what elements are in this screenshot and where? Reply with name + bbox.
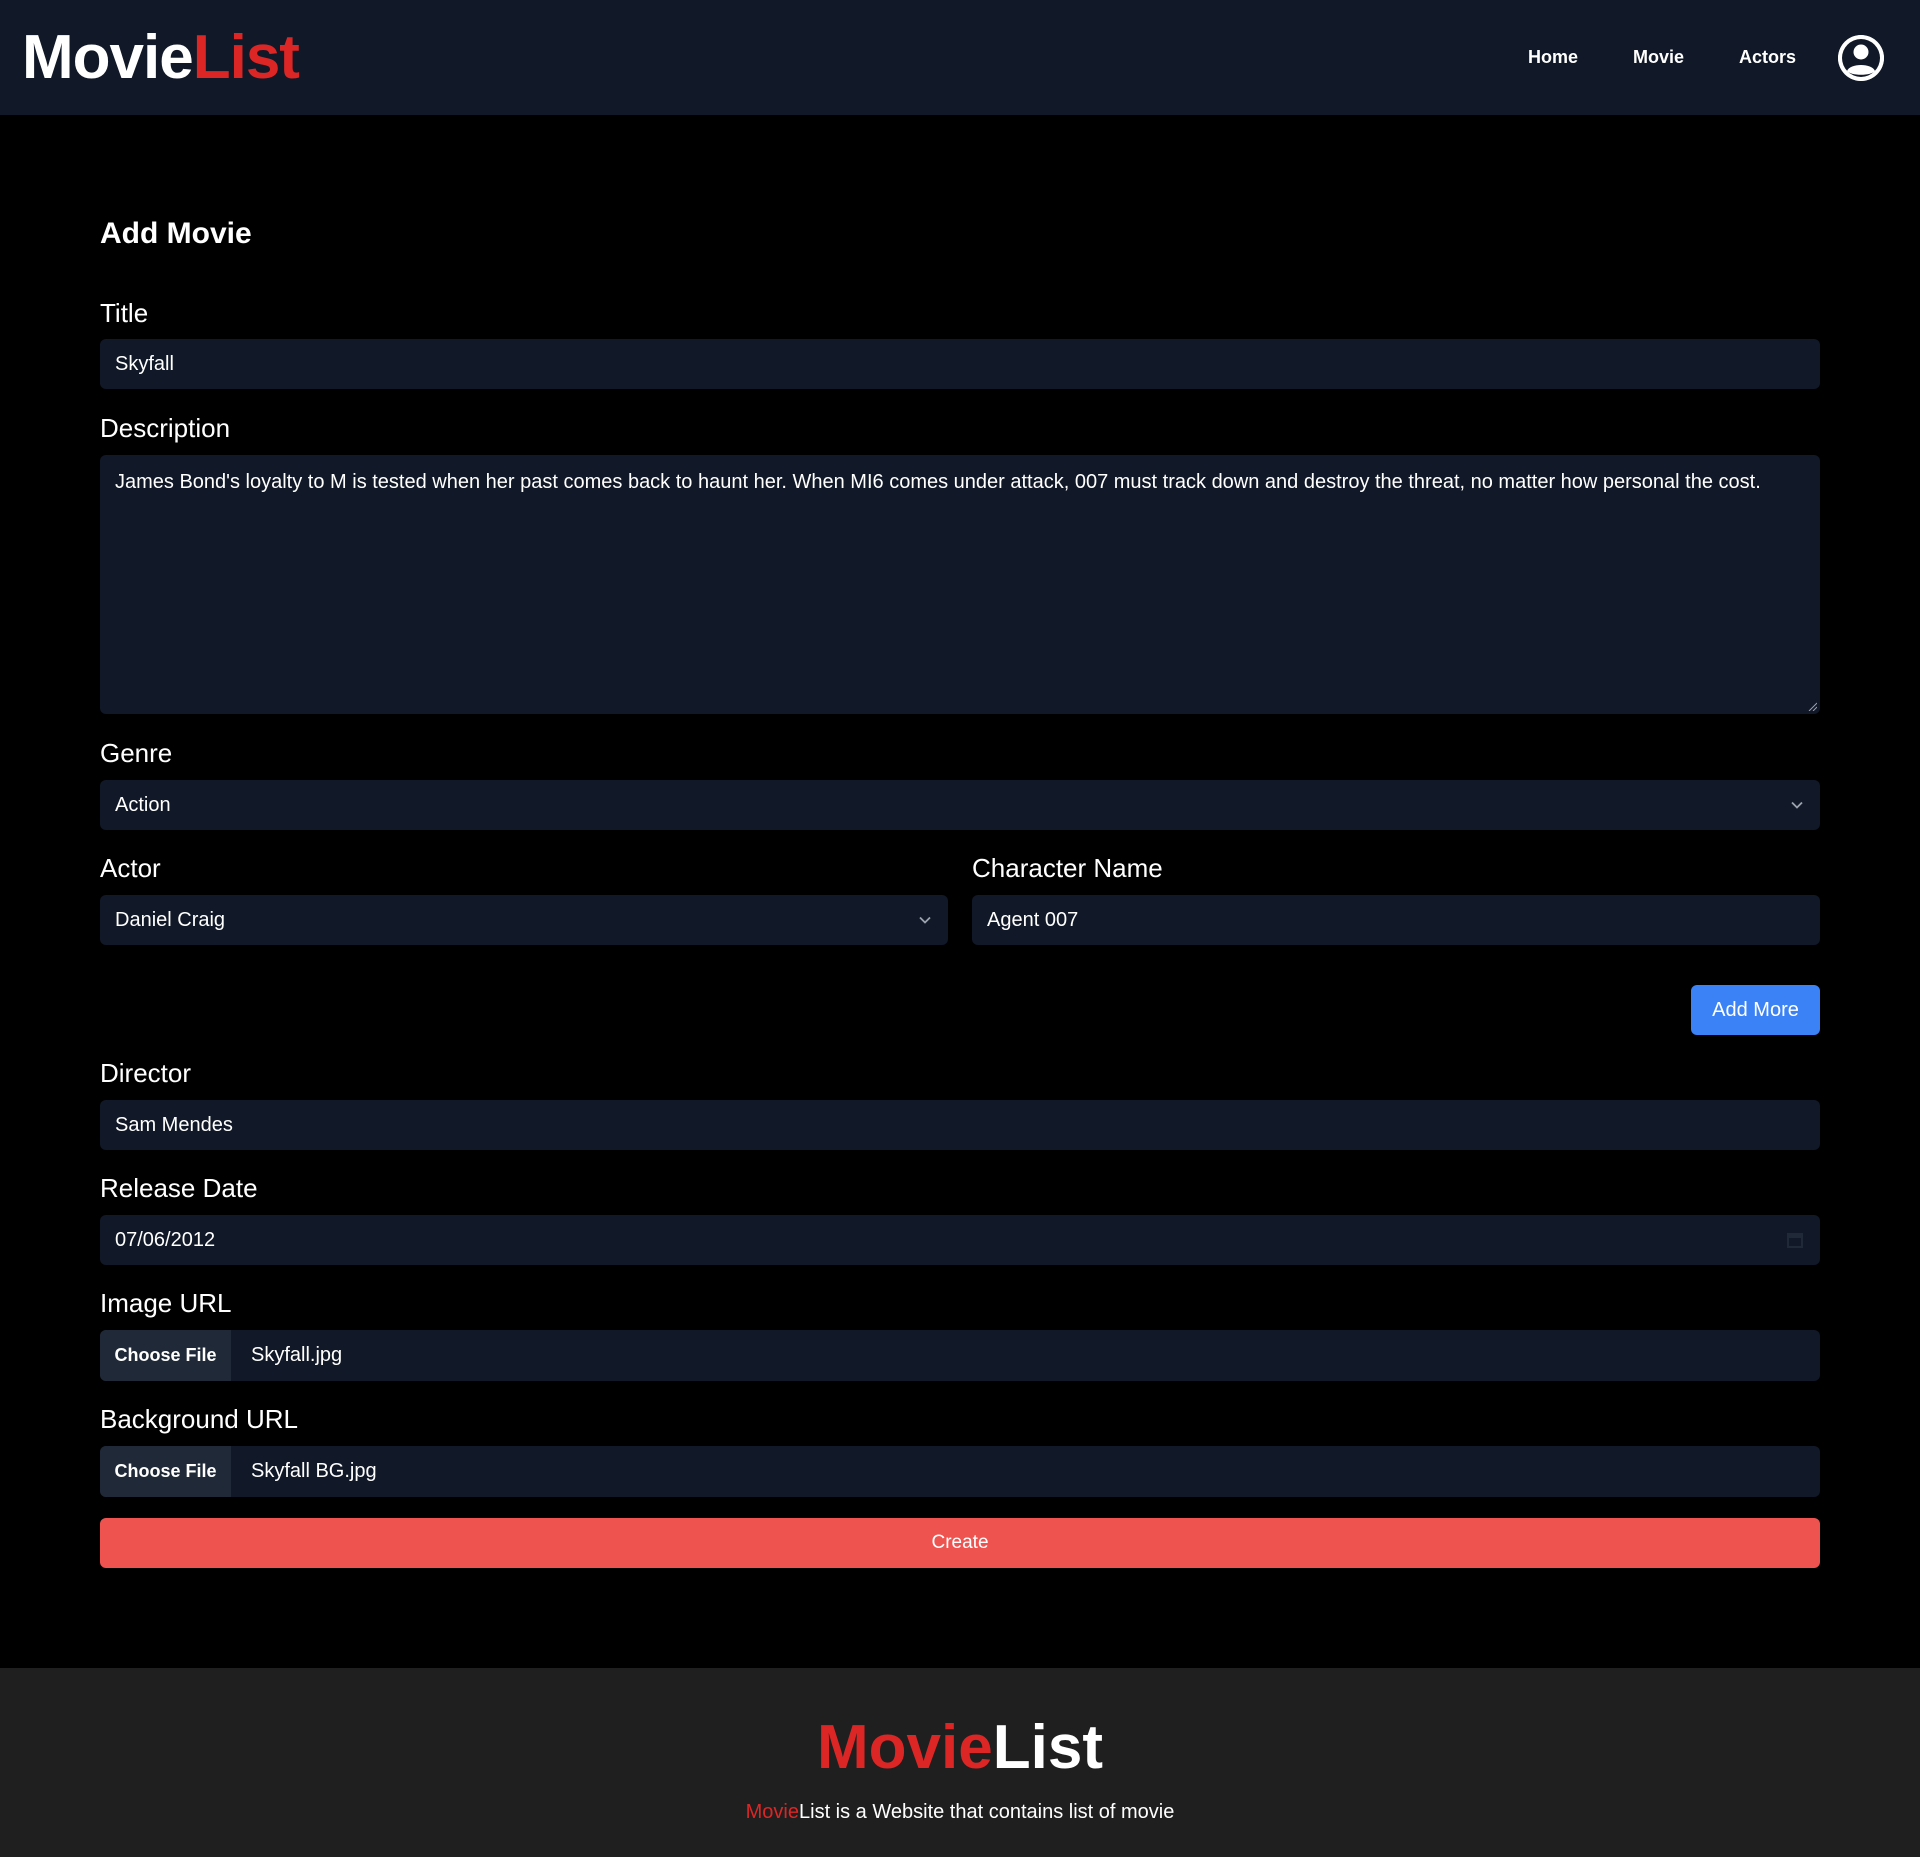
background-url-file-input[interactable]: Choose File Skyfall BG.jpg bbox=[100, 1446, 1820, 1497]
image-url-choose-file-button[interactable]: Choose File bbox=[100, 1330, 231, 1381]
add-more-button[interactable]: Add More bbox=[1691, 985, 1820, 1035]
brand-logo-part1: Movie bbox=[22, 22, 194, 92]
description-textarea-value: James Bond's loyalty to M is tested when… bbox=[115, 471, 1761, 493]
footer-tagline-part1: Movie bbox=[745, 1801, 799, 1823]
director-label: Director bbox=[100, 1058, 192, 1088]
footer-tagline: MovieList is a Website that contains lis… bbox=[0, 1801, 1920, 1824]
brand-logo[interactable]: MovieList bbox=[22, 26, 300, 89]
background-url-choose-file-button[interactable]: Choose File bbox=[100, 1446, 231, 1497]
footer: MovieList MovieList is a Website that co… bbox=[0, 1668, 1920, 1857]
image-url-file-name: Skyfall.jpg bbox=[251, 1344, 343, 1366]
chevron-down-icon bbox=[919, 916, 931, 924]
actor-select-value: Daniel Craig bbox=[115, 908, 226, 931]
background-url-label: Background URL bbox=[100, 1404, 298, 1434]
footer-tagline-part2: List is a Website that contains list of … bbox=[799, 1801, 1175, 1823]
chevron-down-icon bbox=[1791, 801, 1803, 809]
description-textarea[interactable]: James Bond's loyalty to M is tested when… bbox=[100, 455, 1820, 714]
brand-logo-part2: List bbox=[192, 22, 300, 92]
character-name-input-value: Agent 007 bbox=[987, 908, 1079, 931]
release-date-input[interactable]: 07/06/2012 bbox=[100, 1215, 1820, 1265]
genre-select-value: Action bbox=[115, 793, 171, 816]
title-input-value: Skyfall bbox=[115, 352, 174, 375]
nav-link-home[interactable]: Home bbox=[1528, 47, 1578, 68]
image-url-label: Image URL bbox=[100, 1288, 232, 1318]
page-title: Add Movie bbox=[100, 217, 252, 250]
calendar-icon[interactable] bbox=[1786, 1231, 1804, 1249]
release-date-label: Release Date bbox=[100, 1173, 258, 1203]
director-input-value: Sam Mendes bbox=[115, 1113, 233, 1136]
director-input[interactable]: Sam Mendes bbox=[100, 1100, 1820, 1150]
user-circle-icon[interactable] bbox=[1838, 34, 1884, 81]
footer-brand-part2: List bbox=[992, 1713, 1103, 1782]
image-url-file-input[interactable]: Choose File Skyfall.jpg bbox=[100, 1330, 1820, 1381]
character-name-input[interactable]: Agent 007 bbox=[972, 895, 1820, 945]
create-button[interactable]: Create bbox=[100, 1518, 1820, 1568]
background-url-file-name: Skyfall BG.jpg bbox=[251, 1460, 377, 1482]
genre-label: Genre bbox=[100, 738, 173, 768]
character-name-label: Character Name bbox=[972, 853, 1163, 883]
nav-link-actors[interactable]: Actors bbox=[1739, 47, 1796, 68]
navbar: MovieList Home Movie Actors bbox=[0, 0, 1920, 115]
footer-brand-part1: Movie bbox=[817, 1713, 993, 1782]
actor-label: Actor bbox=[100, 853, 161, 883]
resize-handle-icon[interactable] bbox=[1807, 701, 1817, 711]
description-label: Description bbox=[100, 413, 231, 443]
footer-brand-logo: MovieList bbox=[0, 1717, 1920, 1779]
genre-select[interactable]: Action bbox=[100, 780, 1820, 830]
actor-select[interactable]: Daniel Craig bbox=[100, 895, 948, 945]
title-input[interactable]: Skyfall bbox=[100, 339, 1820, 389]
title-label: Title bbox=[100, 298, 149, 328]
nav-link-movie[interactable]: Movie bbox=[1633, 47, 1684, 68]
nav-menu: Home Movie Actors bbox=[1528, 34, 1898, 81]
release-date-input-value: 07/06/2012 bbox=[115, 1228, 216, 1251]
